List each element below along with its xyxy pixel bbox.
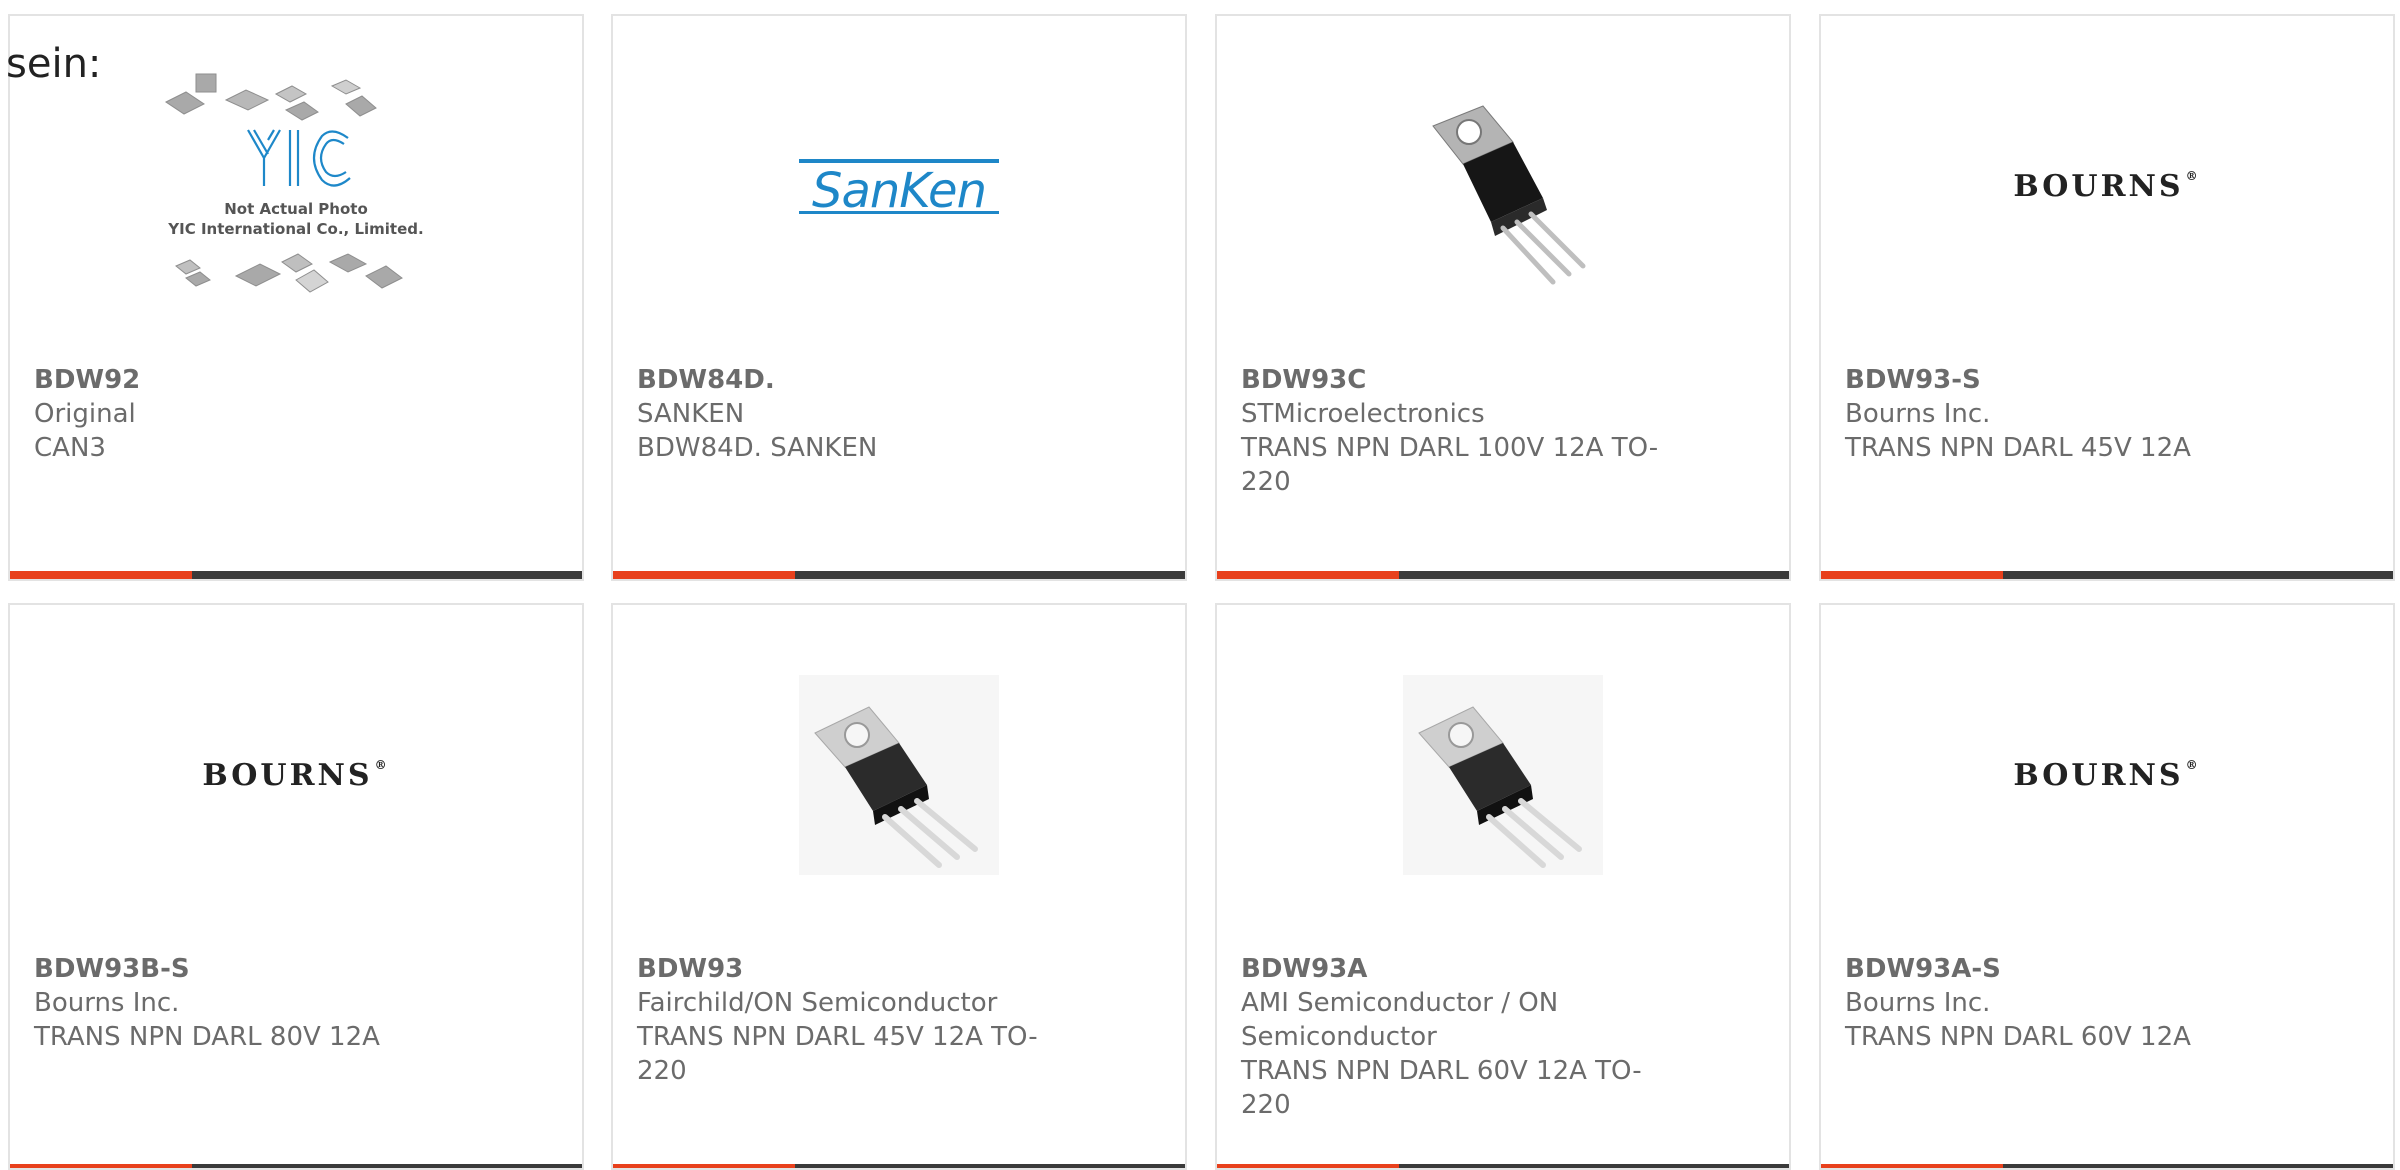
not-actual-photo-text: Not Actual Photo <box>224 200 368 218</box>
description: TRANS NPN DARL 60V 12A <box>1845 1022 2191 1052</box>
part-number[interactable]: BDW93A <box>1241 952 1671 986</box>
bourns-logo: BOURNS ® <box>2013 758 2200 793</box>
part-number[interactable]: BDW84D. <box>637 363 1067 397</box>
product-grid: Not Actual Photo YIC International Co., … <box>0 0 2400 1170</box>
product-info: BDW93C STMicroelectronics TRANS NPN DARL… <box>1241 363 1671 499</box>
card-accent <box>1821 571 2003 579</box>
product-image[interactable]: SanKen <box>613 56 1185 316</box>
part-number[interactable]: BDW92 <box>34 363 464 397</box>
description: BDW84D. SANKEN <box>637 433 878 463</box>
card-bottom-bar <box>1217 571 1789 579</box>
product-card-bdw92[interactable]: Not Actual Photo YIC International Co., … <box>8 14 584 581</box>
card-bottom-bar <box>10 571 582 579</box>
manufacturer: Bourns Inc. <box>1845 399 1991 429</box>
manufacturer: SANKEN <box>637 399 745 429</box>
manufacturer: Original <box>34 399 136 429</box>
product-card-bdw93-s[interactable]: BOURNS ® BDW93-S Bourns Inc. TRANS NPN DA… <box>1819 14 2395 581</box>
bourns-logo: BOURNS ® <box>2013 169 2200 204</box>
manufacturer: AMI Semiconductor / ON Semiconductor <box>1241 988 1559 1052</box>
bourns-trademark: ® <box>374 757 390 772</box>
product-image[interactable]: BOURNS ® <box>1821 645 2393 905</box>
product-card-bdw93a[interactable]: BDW93A AMI Semiconductor / ON Semiconduc… <box>1215 603 1791 1170</box>
card-accent <box>10 571 192 579</box>
to220-photo-image <box>1432 105 1586 285</box>
description: TRANS NPN DARL 60V 12A TO-220 <box>1241 1056 1642 1120</box>
product-card-bdw84d[interactable]: SanKen BDW84D. SANKEN BDW84D. SANKEN <box>611 14 1187 581</box>
description: TRANS NPN DARL 80V 12A <box>34 1022 380 1052</box>
bourns-logo-text: BOURNS <box>2013 168 2184 204</box>
bourns-logo-text: BOURNS <box>2013 757 2184 793</box>
product-info: BDW92 Original CAN3 <box>34 363 464 465</box>
part-number[interactable]: BDW93-S <box>1845 363 2275 397</box>
bourns-trademark: ® <box>2185 168 2201 183</box>
card-accent <box>1217 571 1399 579</box>
product-info: BDW93 Fairchild/ON Semiconductor TRANS N… <box>637 952 1067 1088</box>
product-card-bdw93[interactable]: BDW93 Fairchild/ON Semiconductor TRANS N… <box>611 603 1187 1170</box>
product-image[interactable]: BOURNS ® <box>1821 56 2393 316</box>
part-number[interactable]: BDW93C <box>1241 363 1671 397</box>
manufacturer: Bourns Inc. <box>34 988 180 1018</box>
to220-render-image <box>1403 675 1603 875</box>
product-card-bdw93b-s[interactable]: BOURNS ® BDW93B-S Bourns Inc. TRANS NPN D… <box>8 603 584 1170</box>
part-number[interactable]: BDW93 <box>637 952 1067 986</box>
description: TRANS NPN DARL 100V 12A TO-220 <box>1241 433 1659 497</box>
manufacturer: Bourns Inc. <box>1845 988 1991 1018</box>
description: TRANS NPN DARL 45V 12A TO-220 <box>637 1022 1038 1086</box>
part-number[interactable]: BDW93B-S <box>34 952 464 986</box>
product-card-bdw93a-s[interactable]: BOURNS ® BDW93A-S Bourns Inc. TRANS NPN D… <box>1819 603 2395 1170</box>
product-info: BDW93-S Bourns Inc. TRANS NPN DARL 45V 1… <box>1845 363 2275 465</box>
product-card-bdw93c[interactable]: BDW93C STMicroelectronics TRANS NPN DARL… <box>1215 14 1791 581</box>
card-bottom-bar <box>10 1164 582 1168</box>
bourns-trademark: ® <box>2185 757 2201 772</box>
product-image[interactable]: BOURNS ® <box>10 645 582 905</box>
yic-company-text: YIC International Co., Limited. <box>167 220 423 238</box>
product-image[interactable] <box>1217 645 1789 905</box>
product-info: BDW93A AMI Semiconductor / ON Semiconduc… <box>1241 952 1671 1122</box>
product-image[interactable] <box>613 645 1185 905</box>
manufacturer: Fairchild/ON Semiconductor <box>637 988 998 1018</box>
intro-text: sein: <box>6 41 102 87</box>
card-accent <box>1217 1164 1399 1168</box>
description: CAN3 <box>34 433 106 463</box>
card-accent <box>613 1164 795 1168</box>
card-accent <box>1821 1164 2003 1168</box>
product-info: BDW84D. SANKEN BDW84D. SANKEN <box>637 363 1067 465</box>
sanken-logo-text: SanKen <box>812 163 986 219</box>
to220-render-image <box>799 675 999 875</box>
card-bottom-bar <box>1217 1164 1789 1168</box>
yic-placeholder-image: Not Actual Photo YIC International Co., … <box>165 73 424 293</box>
bourns-logo: BOURNS ® <box>202 758 389 793</box>
card-accent <box>613 571 795 579</box>
product-image[interactable]: Not Actual Photo YIC International Co., … <box>10 56 582 316</box>
card-bottom-bar <box>1821 1164 2393 1168</box>
card-bottom-bar <box>613 571 1185 579</box>
product-image[interactable] <box>1217 56 1789 316</box>
bourns-logo-text: BOURNS <box>202 757 373 793</box>
card-bottom-bar <box>613 1164 1185 1168</box>
sanken-logo: SanKen <box>799 159 999 219</box>
product-info: BDW93B-S Bourns Inc. TRANS NPN DARL 80V … <box>34 952 464 1054</box>
description: TRANS NPN DARL 45V 12A <box>1845 433 2191 463</box>
card-accent <box>10 1164 192 1168</box>
manufacturer: STMicroelectronics <box>1241 399 1485 429</box>
product-info: BDW93A-S Bourns Inc. TRANS NPN DARL 60V … <box>1845 952 2275 1054</box>
card-bottom-bar <box>1821 571 2393 579</box>
part-number[interactable]: BDW93A-S <box>1845 952 2275 986</box>
